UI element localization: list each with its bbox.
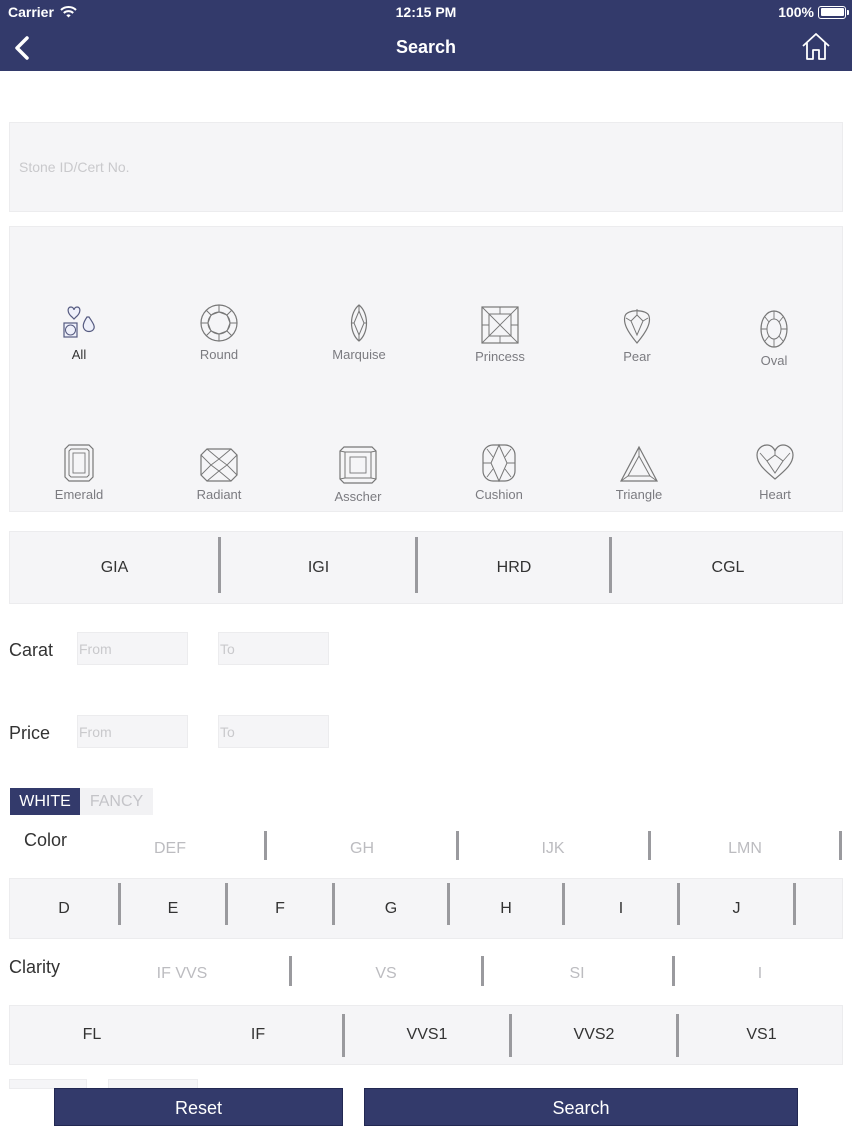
divider [672,956,675,986]
divider [648,831,651,860]
princess-diamond-icon [481,306,519,344]
reset-button[interactable]: Reset [54,1088,343,1126]
clarity-label: Clarity [9,957,61,977]
shape-label: Oval [760,353,788,368]
color-group-def[interactable]: DEF [110,840,230,858]
color-grade-j[interactable]: J [680,879,793,938]
clarity-group-i[interactable]: I [700,965,820,983]
color-grade-h[interactable]: H [450,879,562,938]
divider [481,956,484,986]
shape-label: Marquise [332,347,386,362]
clarity-grade-row: FL IF VVS1 VVS2 VS1 [9,1005,843,1065]
shape-label: Princess [475,349,525,364]
battery-percent: 100% [778,4,814,20]
price-to-input[interactable] [218,715,329,748]
color-label: Color [24,830,68,850]
shape-label: Heart [759,487,791,502]
clarity-grade-if[interactable]: IF [174,1006,342,1064]
lab-option-hrd[interactable]: HRD [418,532,610,603]
price-label: Price [9,723,51,743]
battery-info: 100% [778,4,849,20]
clarity-group-vs[interactable]: VS [326,965,446,983]
divider [289,956,292,986]
round-diamond-icon [200,304,238,342]
status-bar: Carrier 12:15 PM 100% [0,0,852,24]
shape-round[interactable]: Round [159,303,279,362]
lab-option-cgl[interactable]: CGL [612,532,844,603]
shape-marquise[interactable]: Marquise [299,303,419,362]
shape-label: All [71,347,87,362]
shape-selector: All Round Marquise Princess Pear Oval Em… [9,226,843,512]
shape-label: Emerald [54,487,104,502]
stone-id-input[interactable] [9,122,843,212]
color-type-fancy[interactable]: FANCY [80,788,153,815]
all-shapes-icon [63,306,95,338]
shape-emerald[interactable]: Emerald [19,443,139,502]
shape-label: Pear [623,349,651,364]
shape-asscher[interactable]: Asscher [298,445,418,504]
shape-label: Asscher [334,489,382,504]
shape-oval[interactable]: Oval [714,309,834,368]
pear-diamond-icon [623,309,651,344]
clarity-group-si[interactable]: SI [517,965,637,983]
shape-heart[interactable]: Heart [715,443,835,502]
divider [793,883,796,925]
battery-icon [818,5,849,19]
clarity-grade-vvs1[interactable]: VVS1 [345,1006,509,1064]
emerald-diamond-icon [64,444,94,482]
shape-radiant[interactable]: Radiant [159,447,279,502]
color-grade-i[interactable]: I [565,879,677,938]
price-from-input[interactable] [77,715,188,748]
shape-triangle[interactable]: Triangle [579,445,699,502]
clarity-group-if-vvs[interactable]: IF VVS [122,965,242,983]
carat-label: Carat [9,640,54,660]
color-grade-e[interactable]: E [121,879,225,938]
shape-pear[interactable]: Pear [577,305,697,364]
clarity-grade-vs1[interactable]: VS1 [679,1006,844,1064]
home-icon[interactable] [800,30,832,62]
shape-princess[interactable]: Princess [440,305,560,364]
carat-from-input[interactable] [77,632,188,665]
search-button[interactable]: Search [364,1088,798,1126]
divider [264,831,267,860]
cushion-diamond-icon [482,443,516,483]
shape-all[interactable]: All [19,303,139,362]
nav-bar: Search [0,24,852,71]
color-group-ijk[interactable]: IJK [493,840,613,858]
color-grade-f[interactable]: F [228,879,332,938]
page-title: Search [395,37,457,57]
asscher-diamond-icon [339,446,377,484]
radiant-diamond-icon [200,448,238,482]
color-grade-d[interactable]: D [10,879,118,938]
carat-to-input[interactable] [218,632,329,665]
status-time: 12:15 PM [395,4,457,20]
clarity-grade-fl[interactable]: FL [10,1006,174,1064]
color-grade-row: D E F G H I J [9,878,843,939]
heart-diamond-icon [756,444,794,480]
triangle-diamond-icon [620,445,658,482]
divider [839,831,842,860]
divider [456,831,459,860]
shape-label: Round [199,347,239,362]
lab-selector: GIA IGI HRD CGL [9,531,843,604]
color-grade-g[interactable]: G [335,879,447,938]
shape-label: Radiant [196,487,242,502]
color-group-gh[interactable]: GH [302,840,422,858]
shape-label: Triangle [615,487,663,502]
clarity-grade-vvs2[interactable]: VVS2 [512,1006,676,1064]
oval-diamond-icon [760,310,788,348]
shape-cushion[interactable]: Cushion [439,443,559,502]
lab-option-gia[interactable]: GIA [10,532,219,603]
color-group-lmn[interactable]: LMN [685,840,805,858]
marquise-diamond-icon [350,304,368,342]
color-type-white[interactable]: WHITE [10,788,80,815]
shape-label: Cushion [475,487,523,502]
lab-option-igi[interactable]: IGI [221,532,416,603]
